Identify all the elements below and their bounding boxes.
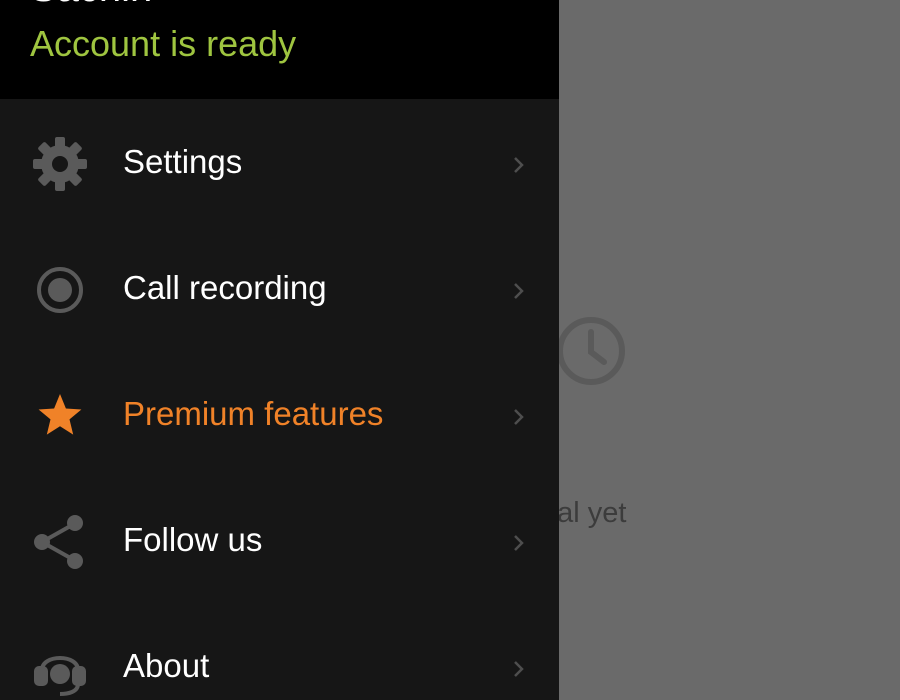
menu-item-call-recording[interactable]: Call recording [0,226,559,352]
menu-item-about[interactable]: About [0,604,559,700]
support-headset-icon [34,656,86,696]
account-status: Account is ready [30,23,297,64]
account-name: Sachin [30,0,152,8]
menu-item-label: Call recording [123,269,327,306]
menu-item-label: Premium features [123,395,384,432]
menu-item-premium-features[interactable]: Premium features [0,352,559,478]
gear-icon [33,137,87,191]
chevron-right-icon [514,409,524,425]
navigation-drawer: Sachin Account is ready Settings [0,0,559,700]
record-icon [37,267,83,313]
drawer-menu: Settings Call recording Premium features [0,100,559,700]
chevron-right-icon [514,157,524,173]
drawer-header: Sachin Account is ready [0,0,559,99]
menu-item-settings[interactable]: Settings [0,100,559,226]
chevron-right-icon [514,283,524,299]
menu-item-label: About [123,647,210,684]
chevron-right-icon [514,661,524,677]
menu-item-label: Follow us [123,521,263,558]
share-icon [34,515,83,569]
menu-item-label: Settings [123,143,243,180]
menu-item-follow-us[interactable]: Follow us [0,478,559,604]
star-icon [38,394,82,435]
history-clock-icon [557,317,625,385]
chevron-right-icon [514,535,524,551]
